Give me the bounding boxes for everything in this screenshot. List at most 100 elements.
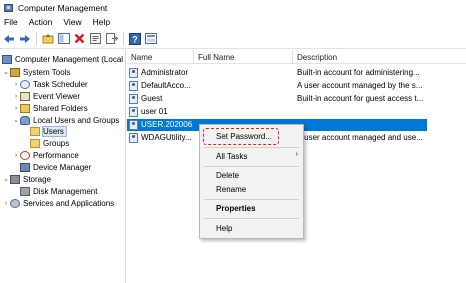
tree-item-device-manager[interactable]: Device Manager	[20, 161, 91, 173]
tree-item-label: Disk Management	[33, 186, 98, 196]
menu-action[interactable]: Action	[29, 17, 53, 27]
menu-item-set-password[interactable]: Set Password...	[200, 130, 303, 143]
up-folder-icon[interactable]	[41, 32, 54, 45]
computer-management-icon	[4, 3, 13, 12]
chevron-right-icon[interactable]: ›	[12, 152, 20, 159]
tree-item-label: Event Viewer	[33, 91, 80, 101]
table-row[interactable]: Administrator Built-in account for admin…	[127, 67, 427, 79]
back-arrow-icon[interactable]	[2, 32, 15, 45]
performance-icon	[20, 150, 30, 160]
chevron-right-icon: ›	[295, 151, 298, 158]
window-title: Computer Management	[18, 2, 108, 13]
properties-icon[interactable]	[89, 32, 102, 45]
cell-description: Built-in account for administering...	[297, 68, 420, 77]
tree-item-label: Performance	[33, 150, 79, 160]
menu-bar: File Action View Help	[0, 15, 466, 29]
context-menu: Set Password... All Tasks › Delete Renam…	[199, 124, 304, 239]
tree-item-label: Services and Applications	[23, 198, 115, 208]
menu-file[interactable]: File	[4, 17, 18, 27]
user-icon	[129, 81, 138, 91]
menu-separator	[204, 218, 299, 219]
user-icon	[129, 133, 138, 143]
tree-item-performance[interactable]: › Performance	[12, 149, 79, 161]
cell-name: USER.202006...	[141, 120, 193, 129]
menu-help[interactable]: Help	[93, 17, 110, 27]
chevron-down-icon[interactable]: ⌄	[2, 68, 10, 76]
toolbar: ?	[0, 29, 466, 49]
column-header-full-name[interactable]: Full Name	[198, 53, 234, 62]
cell-name: Guest	[141, 94, 163, 103]
folder-icon	[30, 138, 40, 148]
event-log-icon	[20, 91, 30, 101]
storage-icon	[10, 174, 20, 184]
tree-item-label: Computer Management (Local	[15, 54, 124, 64]
menu-item-all-tasks[interactable]: All Tasks ›	[200, 150, 303, 163]
tree-item-event-viewer[interactable]: › Event Viewer	[12, 90, 80, 102]
clock-icon	[20, 79, 30, 89]
chevron-right-icon[interactable]: ›	[12, 81, 20, 88]
table-row[interactable]: DefaultAcco... A user account managed by…	[127, 80, 427, 92]
menu-separator	[204, 199, 299, 200]
chevron-right-icon[interactable]: ›	[12, 105, 20, 112]
tree-item-label: Groups	[43, 138, 70, 148]
cell-name: WDAGUtility...	[141, 133, 192, 142]
tree-item-disk-management[interactable]: Disk Management	[20, 185, 97, 197]
menu-item-help[interactable]: Help	[200, 222, 303, 235]
list-header: Name Full Name Description	[127, 50, 466, 64]
column-divider[interactable]	[292, 50, 293, 64]
toolbar-separator	[123, 32, 124, 45]
export-list-icon[interactable]	[105, 32, 118, 45]
tree-item-label: Local Users and Groups	[33, 115, 120, 125]
user-icon	[129, 94, 138, 104]
table-row[interactable]: Guest Built-in account for guest access …	[127, 93, 427, 105]
tree-item-groups[interactable]: Groups	[30, 137, 69, 149]
chevron-down-icon[interactable]: ⌄	[2, 175, 10, 183]
tree-item-computer-management[interactable]: Computer Management (Local	[2, 53, 123, 65]
chevron-down-icon[interactable]: ⌄	[12, 116, 20, 124]
tree-item-label: Users	[42, 125, 67, 137]
folder-icon	[30, 126, 40, 136]
tree-item-label: Shared Folders	[33, 103, 88, 113]
tree-item-services-applications[interactable]: › Services and Applications	[2, 197, 114, 209]
toolbar-separator	[36, 32, 37, 45]
forward-arrow-icon[interactable]	[18, 32, 31, 45]
show-hide-tree-icon[interactable]	[57, 32, 70, 45]
column-divider[interactable]	[193, 50, 194, 64]
user-icon	[129, 68, 138, 78]
tree-item-users[interactable]: Users	[30, 125, 67, 137]
table-row[interactable]: user 01	[127, 106, 427, 118]
user-icon	[129, 120, 138, 130]
cell-description: Built-in account for guest access t...	[297, 94, 424, 103]
cell-name: user 01	[141, 107, 168, 116]
tree-item-system-tools[interactable]: ⌄ System Tools	[2, 66, 70, 78]
navigation-tree: Computer Management (Local ⌄ System Tool…	[0, 50, 126, 283]
user-icon	[129, 107, 138, 117]
column-header-name[interactable]: Name	[131, 53, 152, 62]
device-manager-icon	[20, 162, 30, 172]
view-icon[interactable]	[144, 32, 157, 45]
menu-item-rename[interactable]: Rename	[200, 183, 303, 196]
cell-description: A user account managed and use...	[297, 133, 423, 142]
cell-name: DefaultAcco...	[141, 81, 191, 90]
menu-item-delete[interactable]: Delete	[200, 169, 303, 182]
help-icon[interactable]: ?	[128, 32, 141, 45]
cell-name: Administrator	[141, 68, 189, 77]
chevron-right-icon[interactable]: ›	[12, 93, 20, 100]
computer-icon	[2, 54, 12, 64]
tree-item-task-scheduler[interactable]: › Task Scheduler	[12, 78, 88, 90]
tree-item-storage[interactable]: ⌄ Storage	[2, 173, 51, 185]
chevron-right-icon[interactable]: ›	[2, 200, 10, 207]
tree-item-label: System Tools	[23, 67, 71, 77]
svg-text:?: ?	[132, 34, 138, 44]
tree-item-shared-folders[interactable]: › Shared Folders	[12, 102, 88, 114]
menu-view[interactable]: View	[63, 17, 81, 27]
tree-item-label: Storage	[23, 174, 52, 184]
tools-icon	[10, 67, 20, 77]
tree-item-label: Task Scheduler	[33, 79, 88, 89]
services-icon	[10, 198, 20, 208]
menu-item-properties[interactable]: Properties	[200, 202, 303, 215]
cell-description: A user account managed by the s...	[297, 81, 423, 90]
delete-icon[interactable]	[73, 32, 86, 45]
column-header-description[interactable]: Description	[297, 53, 337, 62]
menu-item-label: All Tasks	[216, 152, 248, 161]
